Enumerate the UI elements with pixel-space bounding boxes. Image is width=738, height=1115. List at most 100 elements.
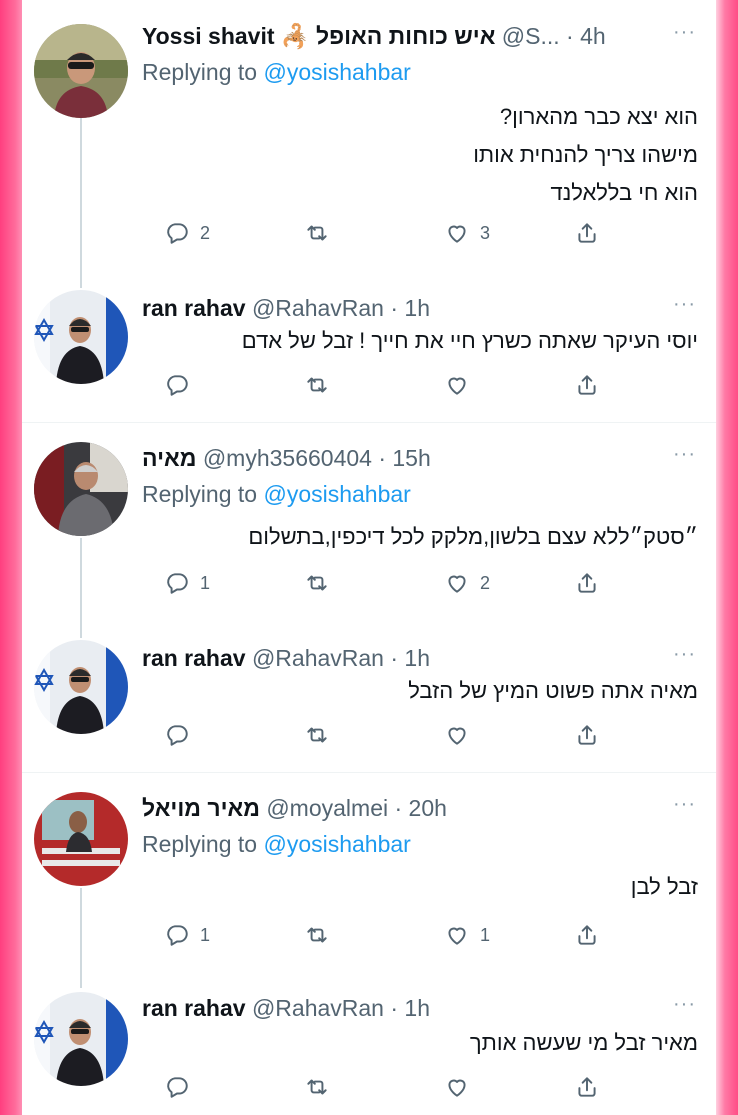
reply-button[interactable] xyxy=(164,370,200,400)
retweet-icon xyxy=(307,377,327,393)
like-count: 2 xyxy=(480,572,491,593)
replying-to-label: Replying to xyxy=(142,831,258,857)
more-icon[interactable]: ··· xyxy=(673,20,696,44)
share-button[interactable] xyxy=(574,1072,600,1102)
like-button[interactable] xyxy=(444,370,480,400)
tweet[interactable]: Yossi shavit 🦂 איש כוחות האופל @S... · 4… xyxy=(22,0,716,280)
like-button[interactable]: 1 xyxy=(444,920,490,950)
tweet-feed: Yossi shavit 🦂 איש כוחות האופל @S... · 4… xyxy=(22,0,716,1115)
handle-time[interactable]: @RahavRan · 1h xyxy=(252,995,430,1021)
reply-button[interactable]: 1 xyxy=(164,920,210,950)
retweet-icon xyxy=(307,575,327,591)
action-bar xyxy=(142,370,602,400)
like-count: 1 xyxy=(480,924,491,945)
share-icon xyxy=(578,925,596,945)
avatar[interactable] xyxy=(34,442,128,536)
share-button[interactable] xyxy=(574,370,600,400)
retweet-button[interactable] xyxy=(304,568,340,598)
avatar[interactable] xyxy=(34,792,128,886)
display-name[interactable]: מאיה xyxy=(142,445,196,471)
display-name[interactable]: Yossi shavit 🦂 איש כוחות האופל xyxy=(142,23,495,49)
reply-button[interactable]: 1 xyxy=(164,568,210,598)
reply-button[interactable] xyxy=(164,1072,200,1102)
retweet-button[interactable] xyxy=(304,720,340,750)
replying-to-label: Replying to xyxy=(142,59,258,85)
pink-frame-right xyxy=(716,0,738,1115)
retweet-button[interactable] xyxy=(304,218,340,248)
retweet-button[interactable] xyxy=(304,370,340,400)
tweet-text: הוא יצא כבר מהארון? מישהו צריך להנחית או… xyxy=(473,104,698,205)
tweet-text: מאיר זבל מי שעשה אותך xyxy=(469,1030,698,1055)
avatar-image xyxy=(34,290,128,384)
like-button[interactable] xyxy=(444,1072,480,1102)
reply-icon xyxy=(167,925,188,946)
retweet-icon xyxy=(307,927,327,943)
reply-icon xyxy=(167,573,188,594)
action-bar xyxy=(142,1072,602,1102)
avatar[interactable] xyxy=(34,290,128,384)
retweet-button[interactable] xyxy=(304,1072,340,1102)
reply-count: 2 xyxy=(200,222,211,243)
like-button[interactable]: 2 xyxy=(444,568,490,598)
share-button[interactable] xyxy=(574,720,600,750)
tweet[interactable]: ran rahav @RahavRan · 1h ··· יוסי העיקר … xyxy=(22,272,716,422)
reply-icon xyxy=(167,725,188,746)
like-button[interactable] xyxy=(444,720,480,750)
more-icon[interactable]: ··· xyxy=(673,442,696,466)
handle-time[interactable]: @RahavRan · 1h xyxy=(252,645,430,671)
handle-time[interactable]: @RahavRan · 1h xyxy=(252,295,430,321)
replying-to-handle[interactable]: @yosishahbar xyxy=(263,481,410,507)
avatar-image xyxy=(34,640,128,734)
display-name[interactable]: ran rahav xyxy=(142,995,246,1021)
replying-to: Replying to @yosishahbar xyxy=(142,478,411,510)
replying-to: Replying to @yosishahbar xyxy=(142,56,411,88)
replying-to-handle[interactable]: @yosishahbar xyxy=(263,59,410,85)
like-icon xyxy=(448,727,466,745)
replying-to-handle[interactable]: @yosishahbar xyxy=(263,831,410,857)
display-name[interactable]: מאיר מויאל xyxy=(142,795,260,821)
handle-time[interactable]: @myh35660404 · 15h xyxy=(203,445,431,471)
action-bar: 1 2 xyxy=(142,568,602,598)
share-button[interactable] xyxy=(574,568,600,598)
more-icon[interactable]: ··· xyxy=(673,992,696,1016)
tweet-text: ״סטק״ללא עצם בלשון,מלקק לכל דיכפין,בתשלו… xyxy=(248,524,698,549)
reply-icon xyxy=(167,1077,188,1098)
handle-time[interactable]: @S... · 4h xyxy=(502,23,606,49)
handle-time[interactable]: @moyalmei · 20h xyxy=(266,795,447,821)
display-name[interactable]: ran rahav xyxy=(142,295,246,321)
more-icon[interactable]: ··· xyxy=(673,642,696,666)
tweet[interactable]: ran rahav @RahavRan · 1h ··· מאיר זבל מי… xyxy=(22,972,716,1115)
more-icon[interactable]: ··· xyxy=(673,792,696,816)
avatar[interactable] xyxy=(34,24,128,118)
avatar[interactable] xyxy=(34,992,128,1086)
pink-frame-left xyxy=(0,0,22,1115)
avatar[interactable] xyxy=(34,640,128,734)
display-name[interactable]: ran rahav xyxy=(142,645,246,671)
share-button[interactable] xyxy=(574,920,600,950)
share-icon xyxy=(578,375,596,395)
avatar-image xyxy=(34,992,128,1086)
retweet-icon xyxy=(307,225,327,241)
reply-button[interactable]: 2 xyxy=(164,218,210,248)
more-icon[interactable]: ··· xyxy=(673,292,696,316)
tweet-text: זבל לבן xyxy=(630,874,698,899)
tweet-text: מאיה אתה פשוט המיץ של הזבל xyxy=(408,678,698,703)
tweet-header: ran rahav @RahavRan · 1h xyxy=(142,992,706,1024)
like-button[interactable]: 3 xyxy=(444,218,490,248)
share-icon xyxy=(578,223,596,243)
reply-button[interactable] xyxy=(164,720,200,750)
action-bar xyxy=(142,720,602,750)
retweet-button[interactable] xyxy=(304,920,340,950)
reply-count: 1 xyxy=(200,572,211,593)
reply-count: 1 xyxy=(200,924,211,945)
like-icon xyxy=(448,575,466,593)
share-button[interactable] xyxy=(574,218,600,248)
reply-icon xyxy=(167,375,188,396)
tweet-header: Yossi shavit 🦂 איש כוחות האופל @S... · 4… xyxy=(142,20,706,52)
tweet[interactable]: מאיר מויאל @moyalmei · 20h ··· Replying … xyxy=(22,772,716,972)
tweet-header: ran rahav @RahavRan · 1h xyxy=(142,642,706,674)
like-icon xyxy=(448,225,466,243)
avatar-image xyxy=(34,442,128,536)
like-icon xyxy=(448,927,466,945)
tweet[interactable]: ran rahav @RahavRan · 1h ··· מאיה אתה פש… xyxy=(22,622,716,772)
